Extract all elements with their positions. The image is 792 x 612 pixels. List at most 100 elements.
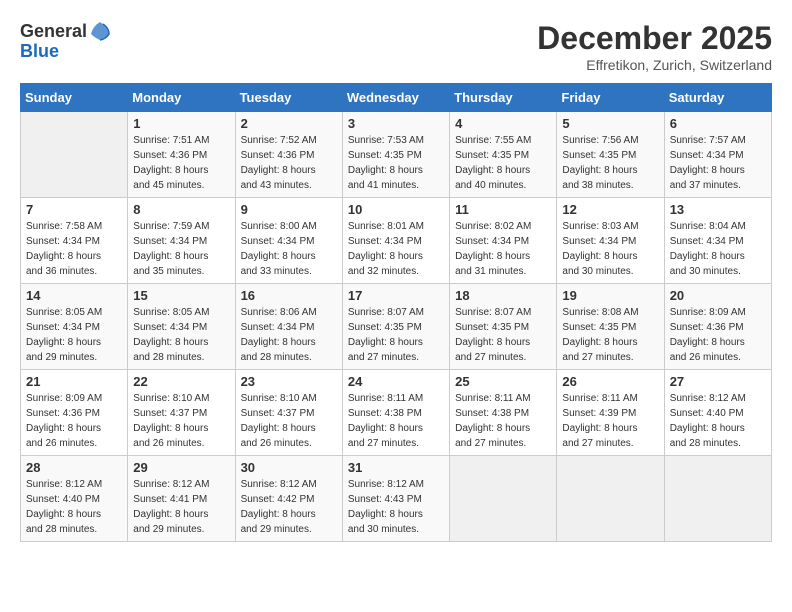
day-info: Sunrise: 8:11 AMSunset: 4:38 PMDaylight:… (348, 391, 444, 451)
day-number: 12 (562, 202, 658, 217)
calendar-cell: 2 Sunrise: 7:52 AMSunset: 4:36 PMDaylight… (235, 112, 342, 198)
calendar-cell: 29 Sunrise: 8:12 AMSunset: 4:41 PMDayligh… (128, 456, 235, 542)
day-number: 26 (562, 374, 658, 389)
weekday-header-monday: Monday (128, 84, 235, 112)
day-number: 4 (455, 116, 551, 131)
weekday-header-row: SundayMondayTuesdayWednesdayThursdayFrid… (21, 84, 772, 112)
day-number: 25 (455, 374, 551, 389)
day-number: 9 (241, 202, 337, 217)
day-number: 7 (26, 202, 122, 217)
calendar-cell: 7 Sunrise: 7:58 AMSunset: 4:34 PMDaylight… (21, 198, 128, 284)
day-info: Sunrise: 8:01 AMSunset: 4:34 PMDaylight:… (348, 219, 444, 279)
day-info: Sunrise: 8:12 AMSunset: 4:42 PMDaylight:… (241, 477, 337, 537)
day-number: 5 (562, 116, 658, 131)
day-info: Sunrise: 8:11 AMSunset: 4:39 PMDaylight:… (562, 391, 658, 451)
day-info: Sunrise: 7:55 AMSunset: 4:35 PMDaylight:… (455, 133, 551, 193)
day-number: 18 (455, 288, 551, 303)
calendar-cell: 15Sunrise: 8:05 AMSunset: 4:34 PMDayligh… (128, 284, 235, 370)
calendar-cell: 12 Sunrise: 8:03 AMSunset: 4:34 PMDayligh… (557, 198, 664, 284)
day-number: 23 (241, 374, 337, 389)
calendar-week-row: 7 Sunrise: 7:58 AMSunset: 4:34 PMDaylight… (21, 198, 772, 284)
day-number: 11 (455, 202, 551, 217)
calendar-cell: 26 Sunrise: 8:11 AMSunset: 4:39 PMDayligh… (557, 370, 664, 456)
day-number: 20 (670, 288, 766, 303)
logo-blue: Blue (20, 42, 111, 60)
calendar-cell (450, 456, 557, 542)
calendar-cell: 5Sunrise: 7:56 AMSunset: 4:35 PMDaylight… (557, 112, 664, 198)
day-info: Sunrise: 8:12 AMSunset: 4:43 PMDaylight:… (348, 477, 444, 537)
calendar-cell: 13 Sunrise: 8:04 AMSunset: 4:34 PMDayligh… (664, 198, 771, 284)
day-number: 2 (241, 116, 337, 131)
calendar-cell: 6Sunrise: 7:57 AMSunset: 4:34 PMDaylight… (664, 112, 771, 198)
day-number: 15 (133, 288, 229, 303)
logo-icon (89, 20, 111, 42)
day-info: Sunrise: 8:05 AMSunset: 4:34 PMDaylight:… (26, 305, 122, 365)
day-number: 29 (133, 460, 229, 475)
day-info: Sunrise: 8:12 AMSunset: 4:40 PMDaylight:… (670, 391, 766, 451)
day-info: Sunrise: 8:07 AMSunset: 4:35 PMDaylight:… (455, 305, 551, 365)
calendar-cell: 30 Sunrise: 8:12 AMSunset: 4:42 PMDayligh… (235, 456, 342, 542)
day-info: Sunrise: 8:08 AMSunset: 4:35 PMDaylight:… (562, 305, 658, 365)
day-info: Sunrise: 8:06 AMSunset: 4:34 PMDaylight:… (241, 305, 337, 365)
day-number: 27 (670, 374, 766, 389)
day-info: Sunrise: 8:00 AMSunset: 4:34 PMDaylight:… (241, 219, 337, 279)
calendar-cell: 3 Sunrise: 7:53 AMSunset: 4:35 PMDaylight… (342, 112, 449, 198)
weekday-header-thursday: Thursday (450, 84, 557, 112)
calendar-cell: 11 Sunrise: 8:02 AMSunset: 4:34 PMDayligh… (450, 198, 557, 284)
calendar-cell (557, 456, 664, 542)
calendar-cell: 28 Sunrise: 8:12 AMSunset: 4:40 PMDayligh… (21, 456, 128, 542)
calendar-cell: 9 Sunrise: 8:00 AMSunset: 4:34 PMDaylight… (235, 198, 342, 284)
calendar-body: 1Sunrise: 7:51 AMSunset: 4:36 PMDaylight… (21, 112, 772, 542)
calendar-cell: 22Sunrise: 8:10 AMSunset: 4:37 PMDayligh… (128, 370, 235, 456)
day-info: Sunrise: 8:12 AMSunset: 4:40 PMDaylight:… (26, 477, 122, 537)
day-number: 28 (26, 460, 122, 475)
day-number: 13 (670, 202, 766, 217)
day-info: Sunrise: 8:12 AMSunset: 4:41 PMDaylight:… (133, 477, 229, 537)
day-info: Sunrise: 8:03 AMSunset: 4:34 PMDaylight:… (562, 219, 658, 279)
day-info: Sunrise: 8:02 AMSunset: 4:34 PMDaylight:… (455, 219, 551, 279)
title-area: December 2025 Effretikon, Zurich, Switze… (537, 20, 772, 73)
calendar-week-row: 21 Sunrise: 8:09 AMSunset: 4:36 PMDayligh… (21, 370, 772, 456)
calendar-week-row: 28 Sunrise: 8:12 AMSunset: 4:40 PMDayligh… (21, 456, 772, 542)
day-number: 10 (348, 202, 444, 217)
logo-general: General (20, 22, 87, 40)
day-number: 21 (26, 374, 122, 389)
calendar-cell (21, 112, 128, 198)
day-info: Sunrise: 7:58 AMSunset: 4:34 PMDaylight:… (26, 219, 122, 279)
header: General Blue December 2025 Effretikon, Z… (20, 20, 772, 73)
calendar-cell: 23Sunrise: 8:10 AMSunset: 4:37 PMDayligh… (235, 370, 342, 456)
logo: General Blue (20, 20, 111, 60)
day-info: Sunrise: 7:53 AMSunset: 4:35 PMDaylight:… (348, 133, 444, 193)
calendar-table: SundayMondayTuesdayWednesdayThursdayFrid… (20, 83, 772, 542)
day-info: Sunrise: 8:04 AMSunset: 4:34 PMDaylight:… (670, 219, 766, 279)
calendar-cell: 27 Sunrise: 8:12 AMSunset: 4:40 PMDayligh… (664, 370, 771, 456)
weekday-header-tuesday: Tuesday (235, 84, 342, 112)
day-number: 17 (348, 288, 444, 303)
day-number: 14 (26, 288, 122, 303)
weekday-header-saturday: Saturday (664, 84, 771, 112)
day-info: Sunrise: 8:09 AMSunset: 4:36 PMDaylight:… (670, 305, 766, 365)
day-info: Sunrise: 7:59 AMSunset: 4:34 PMDaylight:… (133, 219, 229, 279)
calendar-cell: 25 Sunrise: 8:11 AMSunset: 4:38 PMDayligh… (450, 370, 557, 456)
calendar-cell: 14 Sunrise: 8:05 AMSunset: 4:34 PMDayligh… (21, 284, 128, 370)
weekday-header-sunday: Sunday (21, 84, 128, 112)
day-number: 31 (348, 460, 444, 475)
weekday-header-wednesday: Wednesday (342, 84, 449, 112)
day-info: Sunrise: 7:52 AMSunset: 4:36 PMDaylight:… (241, 133, 337, 193)
location-subtitle: Effretikon, Zurich, Switzerland (537, 57, 772, 73)
day-info: Sunrise: 8:11 AMSunset: 4:38 PMDaylight:… (455, 391, 551, 451)
day-info: Sunrise: 8:10 AMSunset: 4:37 PMDaylight:… (133, 391, 229, 451)
calendar-cell: 31 Sunrise: 8:12 AMSunset: 4:43 PMDayligh… (342, 456, 449, 542)
day-info: Sunrise: 8:09 AMSunset: 4:36 PMDaylight:… (26, 391, 122, 451)
day-number: 6 (670, 116, 766, 131)
day-number: 30 (241, 460, 337, 475)
day-number: 1 (133, 116, 229, 131)
calendar-cell: 20 Sunrise: 8:09 AMSunset: 4:36 PMDayligh… (664, 284, 771, 370)
day-info: Sunrise: 8:07 AMSunset: 4:35 PMDaylight:… (348, 305, 444, 365)
calendar-cell: 24Sunrise: 8:11 AMSunset: 4:38 PMDayligh… (342, 370, 449, 456)
calendar-cell: 16Sunrise: 8:06 AMSunset: 4:34 PMDayligh… (235, 284, 342, 370)
day-number: 8 (133, 202, 229, 217)
day-number: 3 (348, 116, 444, 131)
calendar-cell: 21 Sunrise: 8:09 AMSunset: 4:36 PMDayligh… (21, 370, 128, 456)
calendar-cell: 8 Sunrise: 7:59 AMSunset: 4:34 PMDaylight… (128, 198, 235, 284)
